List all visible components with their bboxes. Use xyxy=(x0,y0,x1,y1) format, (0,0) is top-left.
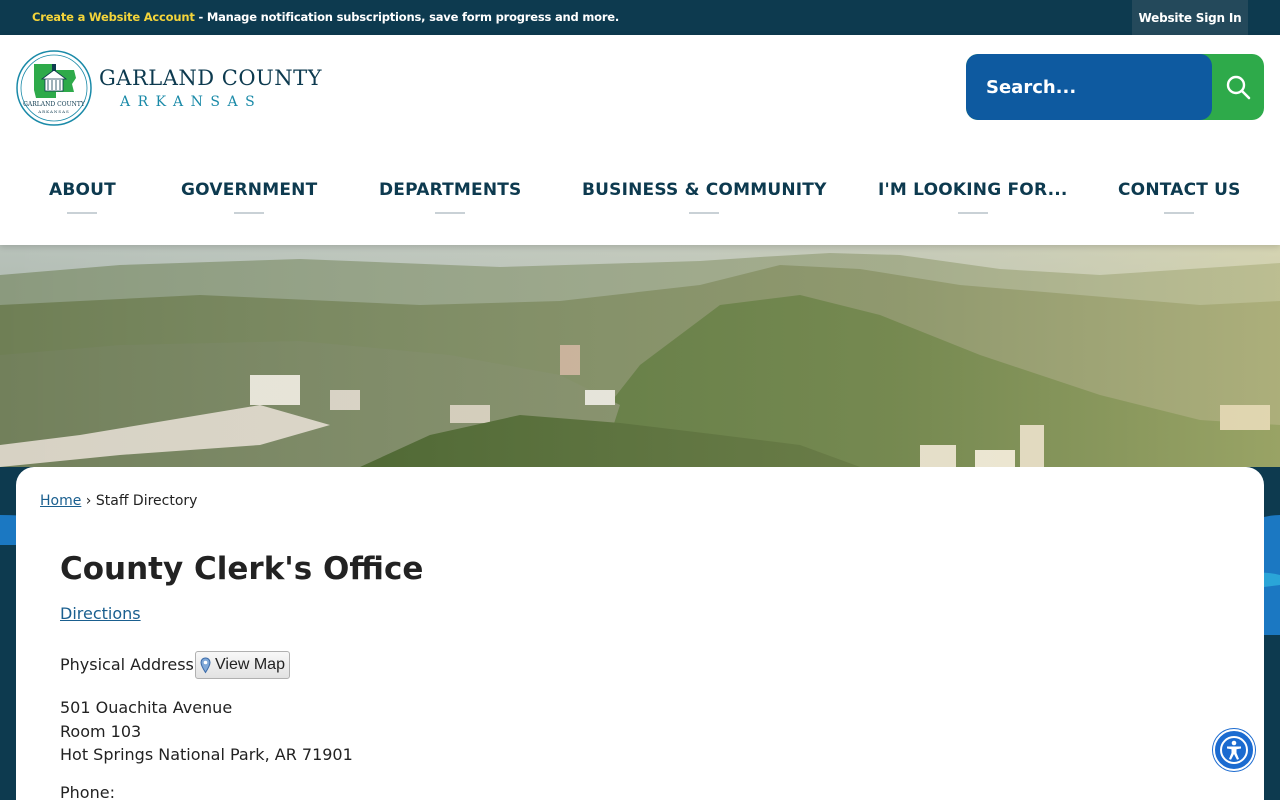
top-utility-bar: Create a Website Account - Manage notifi… xyxy=(0,0,1280,35)
physical-address-label: Physical Address: xyxy=(60,655,200,674)
accessibility-icon xyxy=(1220,736,1248,764)
nav-underline xyxy=(689,212,720,214)
seal-text: GARLAND COUNTY xyxy=(23,101,86,108)
view-map-label: View Map xyxy=(215,656,285,673)
account-message-text: - Manage notification subscriptions, sav… xyxy=(194,10,620,24)
search-icon xyxy=(1226,75,1251,100)
search-button[interactable] xyxy=(1212,54,1264,120)
breadcrumb-separator: › xyxy=(85,493,92,509)
site-header: GARLAND COUNTY ARKANSAS GARLAND COUNTY A… xyxy=(0,35,1280,245)
accessibility-button[interactable] xyxy=(1213,729,1255,771)
nav-underline xyxy=(435,212,466,214)
nav-item-business-community[interactable]: BUSINESS & COMMUNITY xyxy=(582,180,827,214)
search-box: Search... xyxy=(966,54,1264,120)
nav-item-label: CONTACT US xyxy=(1118,180,1241,200)
nav-item-label: DEPARTMENTS xyxy=(379,180,522,200)
directions-link[interactable]: Directions xyxy=(60,604,141,623)
nav-item-label: GOVERNMENT xyxy=(181,180,318,200)
logo-subtitle: ARKANSAS xyxy=(120,94,263,110)
search-input[interactable]: Search... xyxy=(966,54,1212,120)
address-block: 501 Ouachita Avenue Room 103 Hot Springs… xyxy=(60,696,353,767)
content-card: Home › Staff Directory County Clerk's Of… xyxy=(16,467,1264,800)
account-message: Create a Website Account - Manage notifi… xyxy=(32,10,619,24)
breadcrumb: Home › Staff Directory xyxy=(40,493,197,509)
address-line: 501 Ouachita Avenue xyxy=(60,698,233,717)
nav-item-label: ABOUT xyxy=(49,180,116,200)
address-line: Hot Springs National Park, AR 71901 xyxy=(60,745,353,764)
nav-item-departments[interactable]: DEPARTMENTS xyxy=(379,180,522,214)
view-map-button[interactable]: View Map xyxy=(195,651,290,679)
nav-underline xyxy=(957,212,988,214)
breadcrumb-current: Staff Directory xyxy=(95,493,198,509)
nav-item-label: I'M LOOKING FOR... xyxy=(878,180,1068,200)
phone-label: Phone: xyxy=(60,783,115,800)
nav-item-looking-for[interactable]: I'M LOOKING FOR... xyxy=(878,180,1068,214)
logo-title: GARLAND COUNTY xyxy=(99,66,322,90)
nav-item-about[interactable]: ABOUT xyxy=(49,180,116,214)
seal-subtext: ARKANSAS xyxy=(37,109,69,114)
nav-underline xyxy=(67,212,98,214)
page-title: County Clerk's Office xyxy=(60,551,424,587)
nav-underline xyxy=(1164,212,1195,214)
nav-item-label: BUSINESS & COMMUNITY xyxy=(582,180,827,200)
address-line: Room 103 xyxy=(60,721,142,741)
create-account-link[interactable]: Create a Website Account xyxy=(32,10,195,24)
main-navigation: ABOUT GOVERNMENT DEPARTMENTS BUSINESS & … xyxy=(0,176,1280,216)
county-seal-icon: GARLAND COUNTY ARKANSAS xyxy=(16,50,92,126)
site-logo[interactable]: GARLAND COUNTY ARKANSAS GARLAND COUNTY A… xyxy=(16,50,321,126)
map-pin-icon xyxy=(200,656,211,673)
website-sign-in-button[interactable]: Website Sign In xyxy=(1132,0,1248,35)
breadcrumb-home-link[interactable]: Home xyxy=(40,493,81,509)
nav-underline xyxy=(234,212,265,214)
nav-item-contact-us[interactable]: CONTACT US xyxy=(1118,180,1241,214)
nav-item-government[interactable]: GOVERNMENT xyxy=(181,180,318,214)
